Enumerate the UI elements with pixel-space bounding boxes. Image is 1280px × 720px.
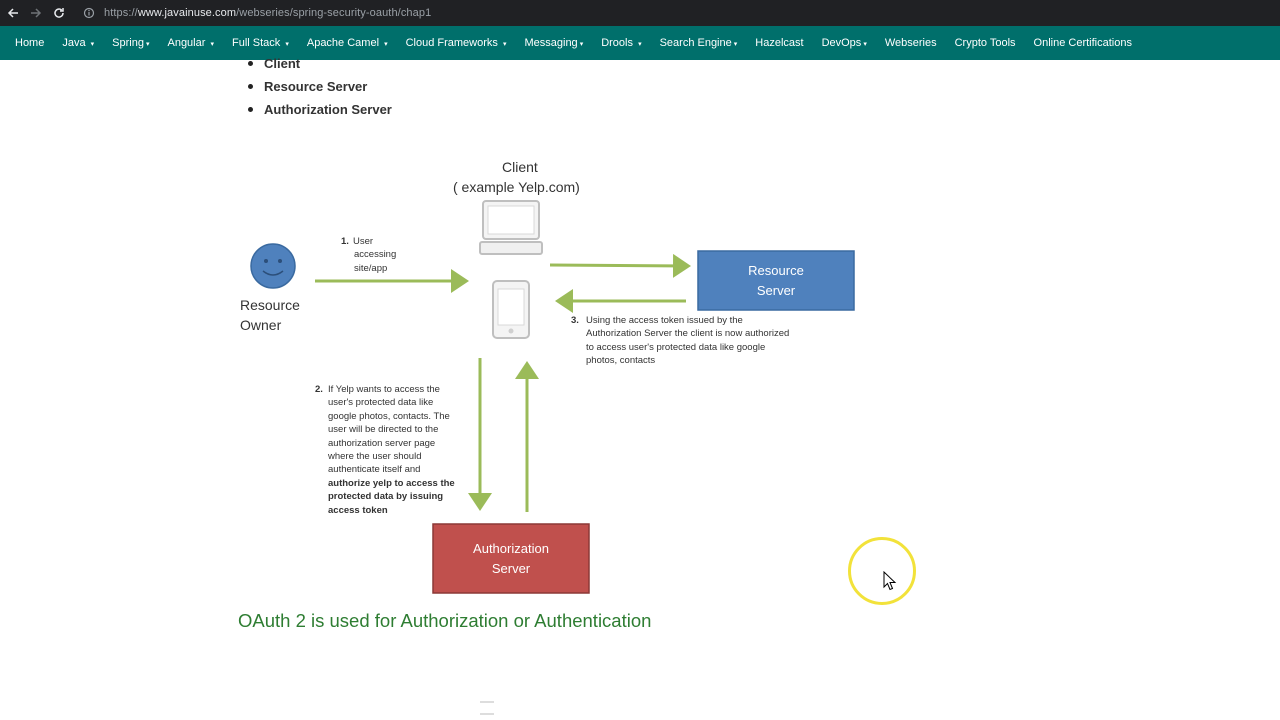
smiley-face-icon bbox=[250, 243, 296, 289]
step-1-note: 1. User accessing site/app bbox=[341, 236, 397, 274]
client-title: Client bbox=[502, 159, 538, 175]
section-heading: OAuth 2 is used for Authorization or Aut… bbox=[238, 610, 652, 631]
resource-owner-label: Resource Owner bbox=[240, 297, 300, 333]
cursor-highlight bbox=[848, 537, 916, 605]
resource-server-label: Resource Server bbox=[748, 263, 804, 298]
arrow-client-to-resource bbox=[549, 253, 691, 278]
laptop-icon bbox=[479, 200, 543, 255]
client-subtitle: ( example Yelp.com) bbox=[453, 179, 580, 195]
mobile-phone-icon bbox=[492, 280, 530, 339]
mouse-pointer-icon bbox=[883, 571, 897, 591]
step-3-note: 3. Using the access token issued by the A… bbox=[571, 315, 790, 367]
step-2-note: 2. If Yelp wants to access the user's pro… bbox=[315, 384, 455, 516]
authorization-server-label: Authorization Server bbox=[473, 541, 549, 576]
